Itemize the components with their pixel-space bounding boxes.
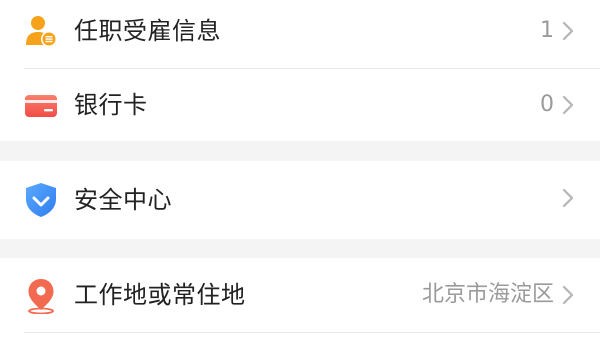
menu-item-security-center[interactable]: 安全中心 (0, 161, 600, 239)
menu-item-label: 银行卡 (74, 91, 148, 119)
chevron-right-icon (562, 21, 574, 41)
credit-card-icon (24, 89, 58, 123)
section-separator (0, 141, 600, 161)
location-pin-icon (24, 278, 58, 315)
chevron-right-icon (562, 285, 574, 305)
menu-item-label: 工作地或常住地 (74, 281, 246, 309)
section-separator (0, 239, 600, 258)
bank-card-count: 0 (540, 92, 554, 117)
menu-item-label: 安全中心 (74, 186, 172, 214)
menu-item-label: 任职受雇信息 (74, 17, 221, 45)
divider (24, 332, 600, 333)
menu-item-employment[interactable]: 任职受雇信息 1 (0, 0, 600, 68)
chevron-right-icon (562, 188, 574, 208)
menu-item-work-residence[interactable]: 工作地或常住地 北京市海淀区 (0, 258, 600, 332)
settings-screen: 任职受雇信息 1 银行卡 0 安全中心 工作地或常住地 北京市海淀区 (0, 0, 600, 340)
shield-check-icon (24, 182, 58, 217)
person-badge-icon (24, 14, 58, 48)
chevron-right-icon (562, 95, 574, 115)
menu-item-bank-card[interactable]: 银行卡 0 (0, 69, 600, 141)
location-value: 北京市海淀区 (421, 282, 554, 307)
employment-count: 1 (540, 18, 554, 43)
